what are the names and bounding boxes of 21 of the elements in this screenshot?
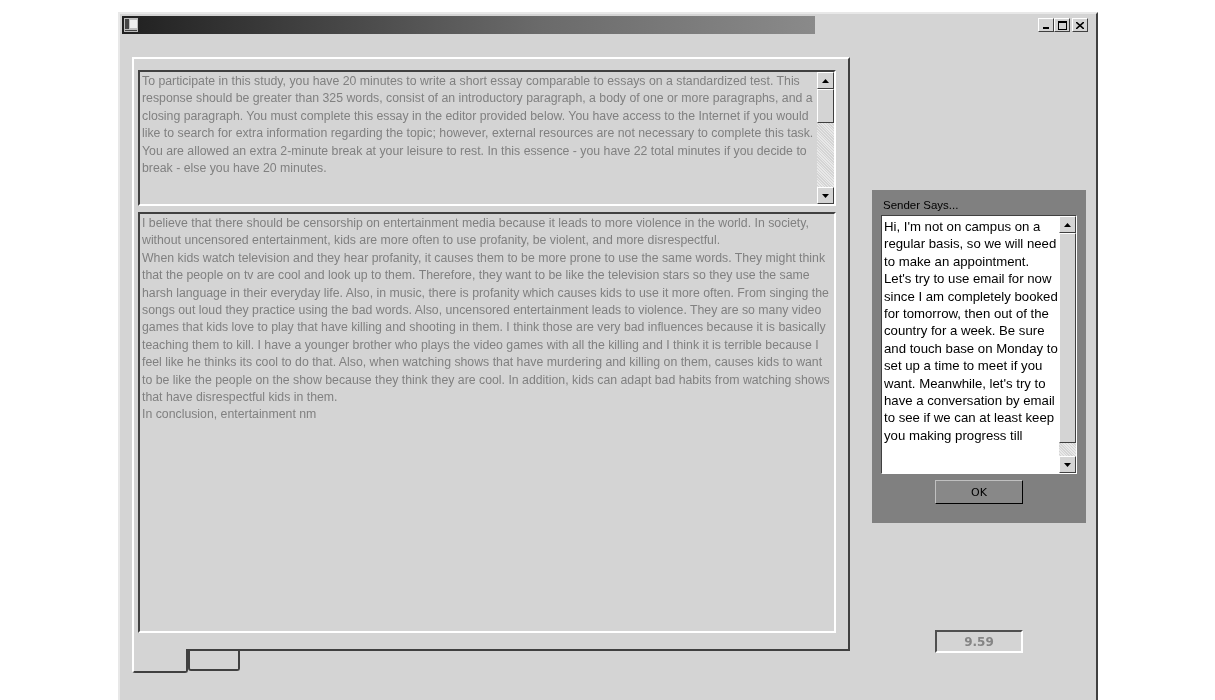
instructions-text: To participate in this study, you have 20 minutes to write a short essay comparable to essays on a standardized test. This response should be greater than 325 words, consist of an introductory paragraph, a body of one or more paragraphs, and a closing paragraph. You must complete this essay in the editor provided below. You have access to the Internet if you would like to search for extra information regarding the topic; however, external resources are not necessary to complete this task. You are allowed an extra 2-minute break at your leisure to rest. In this essence - you have 22 total minutes if you decide to break - else you have 20 minutes. — [142, 73, 815, 178]
down-arrow-icon — [822, 193, 829, 198]
minimize-button[interactable] — [1038, 18, 1054, 32]
message-box[interactable] — [881, 215, 1077, 474]
down-arrow-icon — [1064, 462, 1071, 467]
tab[interactable] — [188, 651, 240, 671]
maximize-button[interactable] — [1054, 18, 1070, 32]
essay-paragraph: In conclusion, entertainment nm — [142, 406, 318, 424]
dialog-title: Sender Says... — [883, 199, 960, 211]
maximize-icon — [1057, 20, 1067, 30]
app-icon — [124, 18, 138, 32]
ok-button[interactable]: OK — [935, 480, 1023, 504]
close-button[interactable] — [1072, 18, 1088, 32]
up-arrow-icon — [1064, 222, 1071, 227]
scrollbar[interactable] — [1059, 216, 1076, 473]
timer-field: 9.59 — [935, 630, 1023, 653]
tab[interactable] — [132, 649, 188, 673]
message-text: Hi, I'm not on campus on a regular basis, so we will need to make an appointment. Let's try to use email for now since I am completely booked for tomorrow, then out of the country for a week. Be sure and touch base on Monday to set up a time to meet if you want. Meanwhile, let's try to have a conversation by email to see if we can at least keep you making progress till — [884, 219, 1058, 443]
up-arrow-icon — [822, 78, 829, 83]
essay-paragraph: I believe that there should be censorship on entertainment media because it leads to more violence in the world. In society, without uncensored entertainment, kids are more often to use profanity, be violent, and more disrespectful. — [142, 215, 810, 250]
close-icon — [1076, 21, 1084, 29]
